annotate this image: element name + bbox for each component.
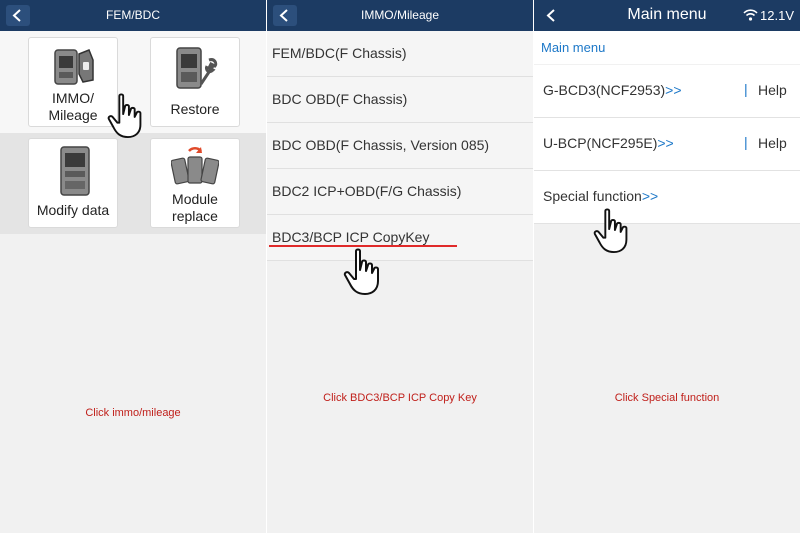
battery-voltage: 12.1V: [760, 8, 794, 23]
title-bar: Main menu 12.1V: [534, 0, 800, 31]
instruction-caption: Click Special function: [614, 392, 720, 404]
tile-label: Modify data: [36, 202, 110, 218]
tile-label: Restore: [170, 101, 220, 117]
row-label: Special function: [543, 188, 642, 204]
highlight-underline: [269, 245, 457, 247]
help-link[interactable]: Help: [758, 82, 787, 98]
instruction-caption: Click BDC3/BCP ICP Copy Key: [323, 392, 477, 404]
list-item-selected[interactable]: BDC3/BCP ICP CopyKey: [267, 215, 533, 261]
menu-row-special-function[interactable]: Special function>>: [534, 171, 800, 224]
chevron-right-icon: >>: [665, 82, 682, 98]
modules-swap-icon: [171, 147, 219, 185]
modify-data-tile[interactable]: Modify data: [28, 138, 118, 228]
ecu-with-key-icon: [54, 49, 94, 85]
pointing-hand-icon: [590, 208, 636, 254]
list-item[interactable]: BDC OBD(F Chassis): [267, 77, 533, 123]
help-link[interactable]: Help: [758, 135, 787, 151]
module-replace-tile[interactable]: Module replace: [150, 138, 240, 228]
ecu-with-wrench-icon: [176, 47, 218, 89]
list-item[interactable]: BDC2 ICP+OBD(F/G Chassis): [267, 169, 533, 215]
main-menu-screen: Main menu 12.1V Main menu G-BCD3(NCF2953…: [534, 0, 800, 533]
pointing-hand-icon: [104, 93, 150, 139]
title-bar: FEM/BDC: [0, 0, 266, 31]
breadcrumb: Main menu: [534, 31, 800, 64]
separator: |: [744, 134, 748, 150]
ecu-module-icon: [60, 146, 90, 196]
tile-label: Module replace: [172, 191, 218, 224]
immo-option-list: FEM/BDC(F Chassis) BDC OBD(F Chassis) BD…: [267, 31, 533, 261]
list-item[interactable]: FEM/BDC(F Chassis): [267, 31, 533, 77]
breadcrumb-label[interactable]: Main menu: [541, 40, 605, 55]
fem-bdc-screen: FEM/BDC IMMO/ Mileage Restore Modify dat…: [0, 0, 266, 533]
list-item[interactable]: BDC OBD(F Chassis, Version 085): [267, 123, 533, 169]
page-title: FEM/BDC: [106, 8, 160, 22]
chevron-right-icon: >>: [641, 188, 659, 204]
menu-row-g-bcd3[interactable]: G-BCD3(NCF2953)>> | Help: [534, 65, 800, 118]
chevron-right-icon: >>: [657, 135, 674, 151]
title-bar: IMMO/Mileage: [267, 0, 533, 31]
instruction-caption: Click immo/mileage: [85, 407, 181, 419]
page-title: IMMO/Mileage: [360, 8, 440, 22]
immo-mileage-screen: IMMO/Mileage FEM/BDC(F Chassis) BDC OBD(…: [267, 0, 533, 533]
menu-row-u-bcp[interactable]: U-BCP(NCF295E)>> | Help: [534, 118, 800, 171]
restore-tile[interactable]: Restore: [150, 37, 240, 127]
row-label: U-BCP(NCF295E): [543, 135, 658, 151]
pointing-hand-icon: [341, 248, 387, 296]
row-label: G-BCD3(NCF2953): [543, 82, 666, 98]
separator: |: [744, 81, 748, 97]
wifi-icon: [743, 9, 758, 21]
